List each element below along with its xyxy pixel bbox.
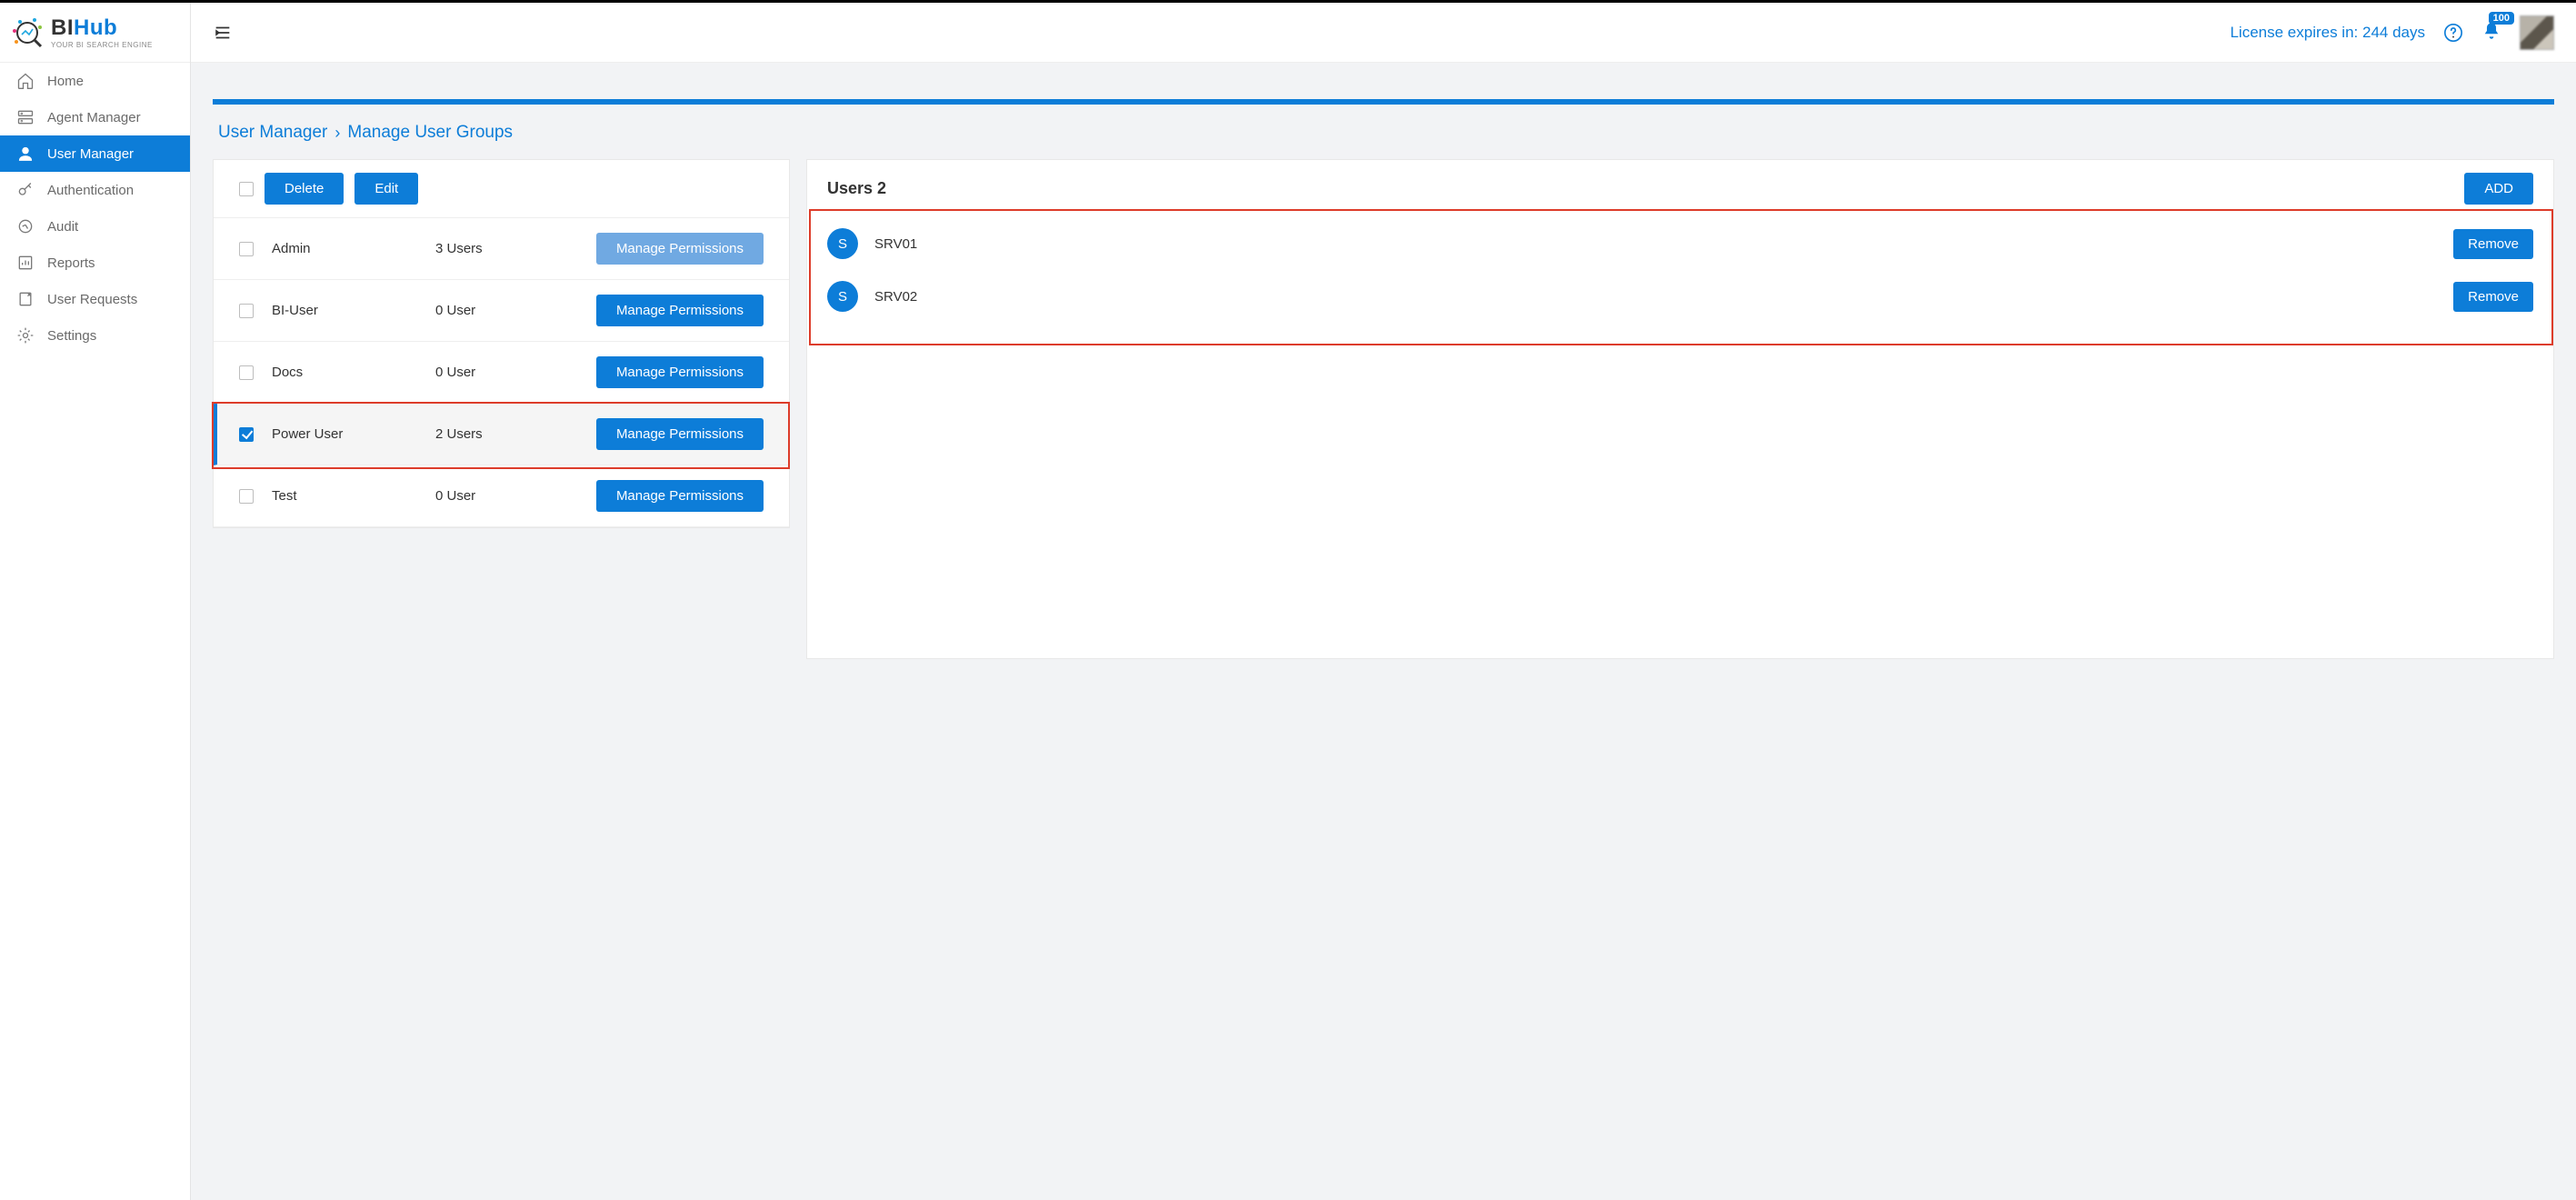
group-user-count: 3 Users (435, 241, 517, 256)
license-expiry: License expires in: 244 days (2230, 24, 2425, 42)
brand-hub: Hub (74, 15, 117, 40)
sidebar-item-label: Agent Manager (47, 110, 141, 125)
audit-icon (16, 217, 35, 235)
sidebar: BIHub YOUR BI SEARCH ENGINE Home Agent M… (0, 3, 191, 1200)
group-name: Admin (272, 241, 417, 256)
edit-button[interactable]: Edit (354, 173, 418, 205)
manage-permissions-button[interactable]: Manage Permissions (596, 233, 764, 265)
sidebar-item-authentication[interactable]: Authentication (0, 172, 190, 208)
key-icon (16, 181, 35, 199)
user-row: S SRV01 Remove (807, 217, 2553, 270)
breadcrumb: User Manager › Manage User Groups (218, 123, 2554, 143)
manage-permissions-button[interactable]: Manage Permissions (596, 480, 764, 512)
requests-icon (16, 290, 35, 308)
sidebar-item-reports[interactable]: Reports (0, 245, 190, 281)
group-user-count: 0 User (435, 488, 517, 504)
help-button[interactable] (2443, 23, 2463, 43)
sidebar-item-user-requests[interactable]: User Requests (0, 281, 190, 317)
user-avatar-initial: S (827, 228, 858, 259)
group-user-count: 0 User (435, 365, 517, 380)
brand-bi: BI (51, 15, 74, 40)
sidebar-item-label: Reports (47, 255, 95, 271)
group-user-count: 2 Users (435, 426, 517, 442)
topbar: License expires in: 244 days 100 (191, 3, 2576, 63)
brand-tagline: YOUR BI SEARCH ENGINE (51, 41, 153, 49)
help-icon (2443, 23, 2463, 43)
user-name: SRV02 (874, 289, 2437, 305)
group-name: BI-User (272, 303, 417, 318)
remove-user-button[interactable]: Remove (2453, 229, 2533, 259)
group-row[interactable]: BI-User 0 User Manage Permissions (214, 280, 789, 342)
manage-permissions-button[interactable]: Manage Permissions (596, 295, 764, 326)
sidebar-item-agent-manager[interactable]: Agent Manager (0, 99, 190, 135)
select-all-checkbox[interactable] (239, 182, 254, 196)
brand-logo: BIHub YOUR BI SEARCH ENGINE (0, 3, 190, 63)
sidebar-item-label: User Manager (47, 146, 134, 162)
sidebar-item-label: Settings (47, 328, 96, 344)
group-row[interactable]: Test 0 User Manage Permissions (214, 465, 789, 527)
group-checkbox[interactable] (239, 242, 254, 256)
content: User Manager › Manage User Groups Delete… (191, 63, 2576, 1200)
group-checkbox[interactable] (239, 427, 254, 442)
server-icon (16, 108, 35, 126)
group-row[interactable]: Docs 0 User Manage Permissions (214, 342, 789, 404)
user-name: SRV01 (874, 236, 2437, 252)
delete-button[interactable]: Delete (265, 173, 344, 205)
sidebar-item-label: Authentication (47, 183, 134, 198)
accent-bar (213, 99, 2554, 105)
group-checkbox[interactable] (239, 489, 254, 504)
manage-permissions-button[interactable]: Manage Permissions (596, 356, 764, 388)
gear-icon (16, 326, 35, 345)
sidebar-item-label: User Requests (47, 292, 137, 307)
user-row: S SRV02 Remove (807, 270, 2553, 323)
manage-permissions-button[interactable]: Manage Permissions (596, 418, 764, 450)
group-row[interactable]: Admin 3 Users Manage Permissions (214, 218, 789, 280)
sidebar-item-settings[interactable]: Settings (0, 317, 190, 354)
sidebar-item-label: Home (47, 74, 84, 89)
sidebar-item-user-manager[interactable]: User Manager (0, 135, 190, 172)
users-panel-header: Users 2 ADD (807, 160, 2553, 217)
chevron-right-icon: › (334, 124, 340, 143)
notifications-badge: 100 (2489, 12, 2514, 25)
group-name: Power User (272, 426, 417, 442)
menu-toggle-icon[interactable] (213, 23, 233, 43)
reports-icon (16, 254, 35, 272)
group-name: Docs (272, 365, 417, 380)
sidebar-nav: Home Agent Manager User Manager Authenti… (0, 63, 190, 354)
sidebar-item-home[interactable]: Home (0, 63, 190, 99)
notifications-button[interactable]: 100 (2481, 21, 2501, 45)
remove-user-button[interactable]: Remove (2453, 282, 2533, 312)
group-name: Test (272, 488, 417, 504)
breadcrumb-leaf: Manage User Groups (347, 123, 513, 143)
user-icon (16, 145, 35, 163)
user-avatar[interactable] (2520, 15, 2554, 50)
logo-icon (9, 14, 45, 52)
users-panel: Users 2 ADD S SRV01 Remove S SRV02 Remove (806, 159, 2554, 659)
breadcrumb-root[interactable]: User Manager (218, 123, 327, 143)
user-list: S SRV01 Remove S SRV02 Remove (807, 217, 2553, 335)
group-checkbox[interactable] (239, 304, 254, 318)
users-panel-title: Users 2 (827, 179, 886, 198)
add-user-button[interactable]: ADD (2464, 173, 2533, 205)
groups-panel: Delete Edit Admin 3 Users Manage Permissio… (213, 159, 790, 528)
group-user-count: 0 User (435, 303, 517, 318)
sidebar-item-label: Audit (47, 219, 78, 235)
home-icon (16, 72, 35, 90)
user-avatar-initial: S (827, 281, 858, 312)
groups-panel-header: Delete Edit (214, 160, 789, 218)
sidebar-item-audit[interactable]: Audit (0, 208, 190, 245)
group-row[interactable]: Power User 2 Users Manage Permissions (214, 404, 789, 465)
group-checkbox[interactable] (239, 365, 254, 380)
